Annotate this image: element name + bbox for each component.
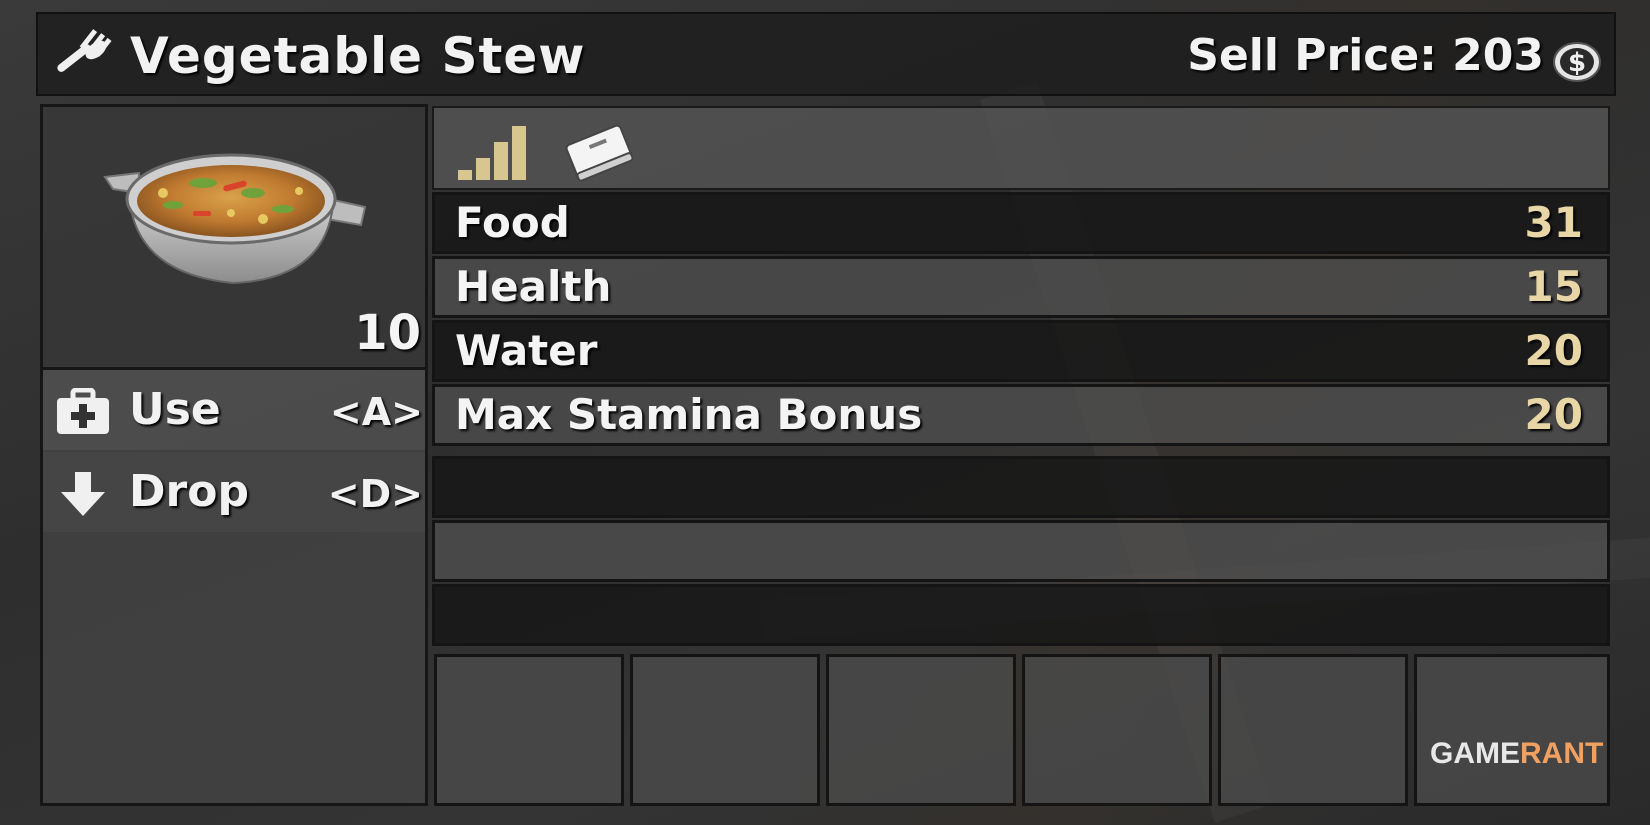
stat-name: Food (455, 198, 570, 247)
stat-row-water: Water 20 (432, 320, 1610, 382)
stat-row-empty (432, 520, 1610, 582)
down-arrow-icon (61, 472, 105, 516)
stat-row-health: Health 15 (432, 256, 1610, 318)
use-label: Use (129, 384, 221, 435)
stat-row-empty (432, 456, 1610, 518)
mod-slot[interactable] (1414, 654, 1610, 806)
item-title: Vegetable Stew (130, 27, 586, 85)
watermark-game: GAME (1430, 737, 1520, 770)
drop-keybind: <D> (327, 472, 423, 516)
stat-row-food: Food 31 (432, 192, 1610, 254)
item-header: Vegetable Stew Sell Price: 203 $ (36, 12, 1616, 96)
stat-value: 15 (1524, 262, 1583, 311)
first-aid-kit-icon (57, 388, 109, 434)
stat-name: Max Stamina Bonus (455, 390, 923, 439)
sell-price: Sell Price: 203 (1187, 30, 1544, 81)
stat-value: 20 (1524, 326, 1583, 375)
stat-name: Water (455, 326, 598, 375)
watermark-rant: RANT (1520, 737, 1604, 770)
fork-icon (57, 29, 112, 72)
drop-label: Drop (129, 466, 249, 517)
stew-pot-icon (103, 153, 367, 285)
dollar-coin-icon: $ (1553, 42, 1601, 82)
use-button[interactable]: Use <A> (43, 370, 425, 450)
svg-text:$: $ (1568, 48, 1586, 78)
mod-slot[interactable] (1218, 654, 1408, 806)
drop-button[interactable]: Drop <D> (43, 452, 425, 532)
book-icon[interactable] (562, 120, 636, 184)
item-preview: 10 (40, 104, 428, 370)
mod-slot[interactable] (1022, 654, 1212, 806)
stat-row-empty (432, 584, 1610, 646)
action-list: Use <A> Drop <D> (40, 370, 428, 806)
use-keybind: <A> (329, 390, 423, 434)
info-icon-bar (432, 106, 1610, 190)
mod-slot[interactable] (826, 654, 1016, 806)
stat-value: 20 (1524, 390, 1583, 439)
mod-slot[interactable] (434, 654, 624, 806)
stat-value: 31 (1524, 198, 1583, 247)
mod-slot[interactable] (630, 654, 820, 806)
quality-bars-icon[interactable] (456, 122, 532, 182)
watermark: GAMERANT (1430, 736, 1603, 772)
stat-row-max-stamina-bonus: Max Stamina Bonus 20 (432, 384, 1610, 446)
item-count: 10 (354, 305, 421, 361)
stat-name: Health (455, 262, 612, 311)
